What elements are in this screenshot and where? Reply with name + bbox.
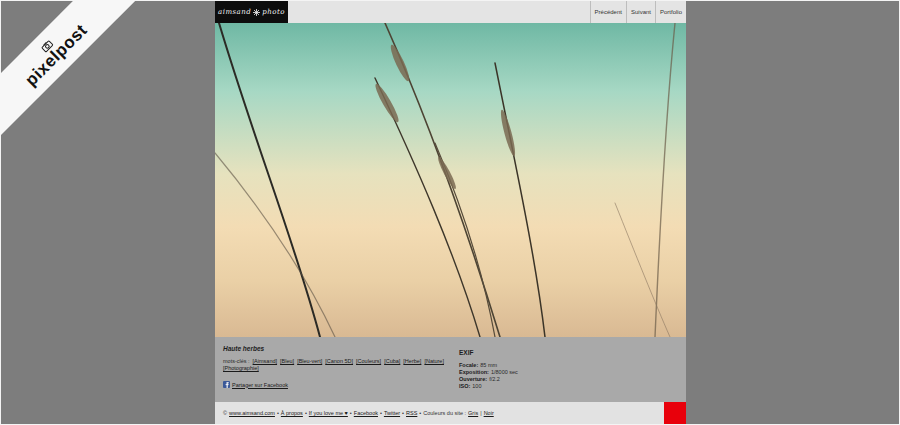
- exif-value: 1/8000 sec: [491, 369, 518, 375]
- footer-text: ©: [223, 410, 227, 416]
- tag-link[interactable]: [Aimsand]: [253, 358, 277, 365]
- content-column: aimsand photo PrécédentSuivantPortfolio Hau…: [215, 1, 686, 424]
- post-details: Haute herbes mots-clés :[Aimsand][Bleu][B…: [223, 345, 445, 398]
- pixelpost-ribbon[interactable]: pixelpost: [0, 0, 143, 142]
- footer-separator: •: [402, 410, 404, 416]
- footer-separator: |: [480, 410, 481, 416]
- color-swatch[interactable]: [664, 402, 686, 424]
- footer-separator: •: [305, 410, 307, 416]
- photo[interactable]: [215, 23, 686, 337]
- nav-link[interactable]: Suivant: [626, 1, 655, 23]
- tags-label: mots-clés :: [223, 358, 250, 365]
- top-bar: aimsand photo PrécédentSuivantPortfolio: [215, 1, 686, 23]
- tag-link[interactable]: [Herbe]: [403, 358, 421, 365]
- exif-label: Ouverture:: [459, 376, 487, 382]
- footer-separator: •: [419, 410, 421, 416]
- footer-separator: •: [380, 410, 382, 416]
- exif-row: Focale:85 mm: [459, 362, 678, 369]
- photo-info: Haute herbes mots-clés :[Aimsand][Bleu][B…: [215, 337, 686, 402]
- footer-links: ©www.aimsand.com•À propos•If you love me…: [215, 410, 494, 416]
- exif-row: Exposition:1/8000 sec: [459, 369, 678, 376]
- exif-row: ISO:100: [459, 383, 678, 390]
- exif-panel: EXIFFocale:85 mmExposition:1/8000 secOuv…: [459, 345, 678, 398]
- tag-link[interactable]: [Couleurs]: [356, 358, 381, 365]
- exif-label: Focale:: [459, 362, 478, 368]
- tag-link[interactable]: [Photographie]: [223, 365, 259, 372]
- exif-label: ISO:: [459, 383, 470, 389]
- exif-row: Ouverture:f/2.2: [459, 376, 678, 383]
- site-logo[interactable]: aimsand photo: [215, 1, 288, 23]
- exif-title: EXIF: [459, 349, 678, 356]
- facebook-icon: [223, 381, 230, 388]
- tag-link[interactable]: [Bleu-vert]: [297, 358, 322, 365]
- tag-link[interactable]: [Bleu]: [280, 358, 294, 365]
- nav-menu: PrécédentSuivantPortfolio: [590, 1, 686, 23]
- footer-link[interactable]: À propos: [281, 410, 303, 416]
- footer: ©www.aimsand.com•À propos•If you love me…: [215, 402, 686, 424]
- tag-list: mots-clés :[Aimsand][Bleu][Bleu-vert][Ca…: [223, 358, 445, 372]
- footer-link[interactable]: www.aimsand.com: [229, 410, 275, 416]
- footer-link[interactable]: RSS: [406, 410, 417, 416]
- footer-link[interactable]: Gris: [468, 410, 478, 416]
- exif-value: f/2.2: [489, 376, 500, 382]
- footer-separator: •: [277, 410, 279, 416]
- star-icon: [253, 9, 260, 16]
- page-frame: aimsand photo PrécédentSuivantPortfolio Hau…: [0, 0, 900, 425]
- share-label[interactable]: Partager sur Facebook: [232, 382, 288, 388]
- exif-value: 100: [472, 383, 481, 389]
- nav-link[interactable]: Précédent: [590, 1, 626, 23]
- share-button[interactable]: Partager sur Facebook: [223, 381, 445, 388]
- footer-link[interactable]: If you love me ♥: [309, 410, 348, 416]
- tag-link[interactable]: [Nature]: [424, 358, 444, 365]
- tag-link[interactable]: [Canon 5D]: [325, 358, 353, 365]
- tag-link[interactable]: [Cuba]: [384, 358, 400, 365]
- ribbon-label: pixelpost: [22, 21, 91, 90]
- exif-value: 85 mm: [480, 362, 497, 368]
- grass-photo: [215, 23, 686, 337]
- logo-right: photo: [262, 8, 285, 16]
- post-title: Haute herbes: [223, 345, 445, 352]
- footer-link[interactable]: Noir: [484, 410, 494, 416]
- exif-label: Exposition:: [459, 369, 489, 375]
- logo-left: aimsand: [218, 8, 251, 16]
- footer-link[interactable]: Twitter: [384, 410, 400, 416]
- footer-link[interactable]: Facebook: [354, 410, 378, 416]
- footer-separator: •: [350, 410, 352, 416]
- footer-text: Couleurs du site :: [423, 410, 466, 416]
- nav-link[interactable]: Portfolio: [655, 1, 686, 23]
